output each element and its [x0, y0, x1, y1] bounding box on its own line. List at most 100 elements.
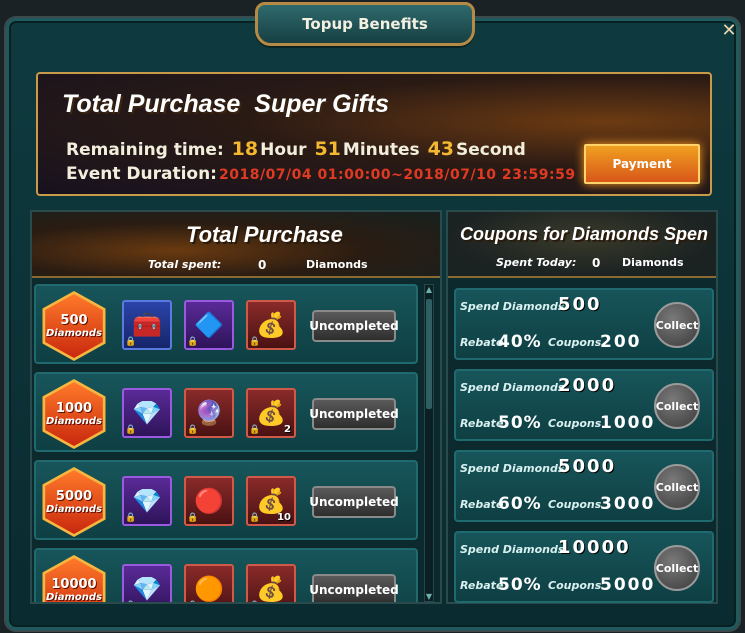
spent-today-unit: Diamonds	[622, 256, 684, 269]
gold-chest-icon[interactable]: 💰 🔒 10	[246, 476, 296, 526]
coupon-row: Spend Diamonds 2000 Rebate 50% Coupons 1000 Co…	[454, 369, 714, 441]
lock-icon: 🔒	[249, 425, 261, 435]
lock-icon: 🔒	[187, 513, 199, 523]
seconds-value: 43	[427, 138, 455, 160]
reward-glyph: 💎	[132, 487, 162, 515]
reward-glyph: 💎	[132, 575, 162, 602]
spend-label: Spend Diamonds	[460, 543, 565, 556]
gold-chest-icon[interactable]: 💰 🔒 2	[246, 388, 296, 438]
minutes-value: 51	[314, 138, 341, 160]
coupon-row: Spend Diamonds 500 Rebate 40% Coupons 200 Coll…	[454, 288, 714, 360]
blue-gem-orb-icon[interactable]: 🔷 🔒	[184, 300, 234, 350]
coupon-row: Spend Diamonds 5000 Rebate 60% Coupons 3000 Co…	[454, 450, 714, 522]
lock-icon: 🔒	[125, 513, 137, 523]
tier-unit: Diamonds	[46, 327, 102, 339]
coupons-value: 3000	[600, 494, 656, 514]
spend-label: Spend Diamonds	[460, 462, 565, 475]
uncompleted-button[interactable]: Uncompleted	[309, 486, 399, 518]
spent-today-value: 0	[592, 256, 601, 270]
lock-icon: 🔒	[125, 337, 137, 347]
rebate-value: 40%	[498, 332, 542, 352]
rebate-label: Rebate	[460, 498, 504, 511]
gem-chest-icon[interactable]: 💎🔒	[122, 564, 172, 602]
gem-chest-icon[interactable]: 💎🔒	[122, 476, 172, 526]
uncompleted-button[interactable]: Uncompleted	[309, 398, 399, 430]
close-icon[interactable]: ✕	[717, 18, 741, 42]
red-rune-orb-icon[interactable]: 🔴 🔒	[184, 476, 234, 526]
spend-label: Spend Diamonds	[460, 300, 565, 313]
reward-glyph: 🔷	[194, 311, 224, 339]
coupons-title: Coupons for Diamonds Spen	[460, 224, 709, 244]
remaining-label: Remaining time:	[66, 140, 224, 160]
total-spent-unit: Diamonds	[306, 258, 368, 271]
reward-glyph: 🧰	[132, 311, 162, 339]
payment-button[interactable]: Payment	[584, 144, 700, 184]
lock-icon: 🔒	[187, 425, 199, 435]
total-purchase-title: Total Purchase	[186, 222, 343, 247]
lock-icon: 🔒	[249, 601, 260, 602]
event-duration: Event Duration: 2018/07/04 01:00:00~2018/…	[66, 164, 576, 184]
duration-value: 2018/07/04 01:00:00~2018/07/10 23:59:59	[218, 167, 576, 183]
spend-value: 500	[558, 294, 602, 315]
window-title: Topup Benefits	[255, 2, 475, 46]
lock-icon: 🔒	[187, 337, 199, 347]
collect-button[interactable]: Collect	[654, 464, 700, 510]
banner-title-part1: Total Purchase	[62, 90, 241, 118]
reward-glyph: 💰	[256, 311, 286, 339]
scroll-thumb[interactable]	[426, 299, 432, 409]
gold-chest-icon[interactable]: 💰🔒	[246, 300, 296, 350]
coupons-value: 5000	[600, 575, 656, 595]
lock-icon: 🔒	[249, 337, 261, 347]
tier-list[interactable]: 500 Diamonds 🧰 🔒 🔷 🔒 💰 🔒 Uncompleted 1000 Diamonds…	[34, 284, 418, 602]
spend-value: 5000	[558, 456, 617, 477]
tier-amount: 1000	[55, 400, 93, 416]
gem-chest-icon[interactable]: 💎🔒	[122, 388, 172, 438]
coupons-header: Coupons for Diamonds Spen Spent Today: 0…	[448, 212, 716, 278]
lock-icon: 🔒	[125, 425, 137, 435]
coupons-label: Coupons	[548, 417, 602, 430]
tier-row: 5000 Diamonds 💎 🔒 🔴 🔒 💰 🔒 10 Uncompleted	[34, 460, 418, 540]
rebate-label: Rebate	[460, 336, 504, 349]
tier-row: 500 Diamonds 🧰 🔒 🔷 🔒 💰 🔒 Uncompleted	[34, 284, 418, 364]
spent-today-label: Spent Today:	[496, 256, 577, 269]
spend-label: Spend Diamonds	[460, 381, 565, 394]
hours-value: 18	[231, 138, 259, 160]
bronze-rune-orb-icon[interactable]: 🟠🔒	[184, 564, 234, 602]
coupons-label: Coupons	[548, 336, 602, 349]
remaining-time: Remaining time: 18 Hour 51 Minutes 43 Secon…	[66, 138, 526, 160]
tier-scrollbar[interactable]: ▲ ▼	[424, 284, 434, 602]
purple-rune-orb-icon[interactable]: 🔮 🔒	[184, 388, 234, 438]
lock-icon: 🔒	[249, 513, 261, 523]
gold-chest-icon[interactable]: 💰🔒	[246, 564, 296, 602]
treasure-chest-icon[interactable]: 🧰 🔒	[122, 300, 172, 350]
hour-label: Hour	[260, 140, 307, 160]
event-banner: Total Purchase Super Gifts Remaining time…	[36, 72, 712, 196]
uncompleted-button[interactable]: Uncompleted	[309, 574, 399, 602]
total-purchase-header: Total Purchase Total spent: 0 Diamonds	[32, 212, 440, 278]
duration-label: Event Duration:	[66, 164, 217, 184]
scroll-down-icon[interactable]: ▼	[425, 592, 433, 601]
tier-amount: 5000	[55, 488, 93, 504]
spend-value: 2000	[558, 375, 617, 396]
collect-button[interactable]: Collect	[654, 383, 700, 429]
coupons-label: Coupons	[548, 498, 602, 511]
seconds-label: Second	[456, 140, 526, 160]
rebate-value: 50%	[498, 413, 542, 433]
collect-button[interactable]: Collect	[654, 545, 700, 591]
collect-button[interactable]: Collect	[654, 302, 700, 348]
lock-icon: 🔒	[187, 601, 198, 602]
tier-row: 1000 Diamonds 💎 🔒 🔮 🔒 💰 🔒 2 Uncompleted	[34, 372, 418, 452]
tier-badge: 10000 Diamonds	[45, 558, 103, 602]
reward-count: 2	[284, 424, 291, 435]
rebate-value: 50%	[498, 575, 542, 595]
reward-count: 10	[277, 512, 291, 523]
rebate-label: Rebate	[460, 417, 504, 430]
total-purchase-panel: Total Purchase Total spent: 0 Diamonds 5…	[30, 210, 442, 604]
reward-glyph: 🟠	[194, 575, 224, 602]
reward-glyph: 🔮	[194, 399, 224, 427]
coupons-value: 200	[600, 332, 642, 352]
spend-value: 10000	[558, 537, 631, 558]
scroll-up-icon[interactable]: ▲	[425, 285, 433, 294]
tier-row: 10000Diamonds💎🔒🟠🔒💰🔒Uncompleted	[34, 548, 418, 602]
uncompleted-button[interactable]: Uncompleted	[309, 310, 399, 342]
